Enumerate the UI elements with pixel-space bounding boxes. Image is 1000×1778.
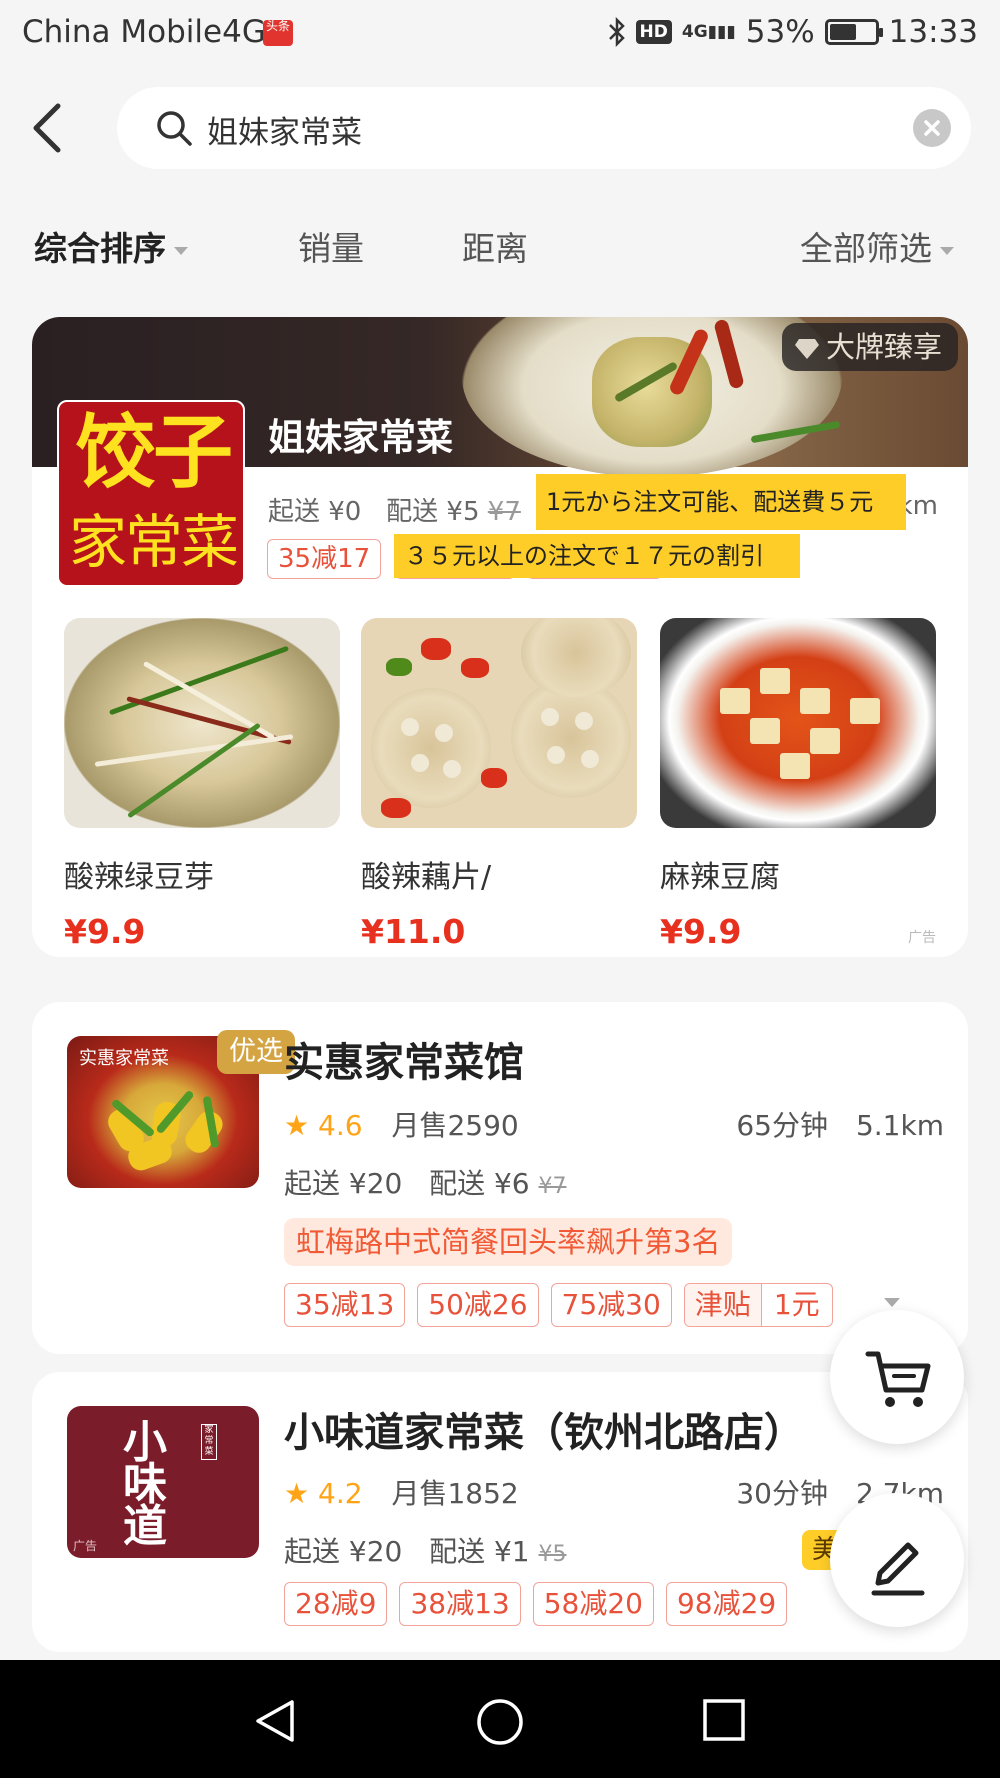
- system-nav-bar: [0, 1660, 1000, 1778]
- dish-name: 酸辣绿豆芽: [64, 860, 214, 895]
- cart-icon: [865, 1351, 931, 1407]
- dish-price: ¥9.9: [660, 912, 742, 951]
- monthly-sales: 月售2590: [391, 1109, 519, 1142]
- dish-image: [361, 618, 637, 828]
- tab-sales[interactable]: 销量: [298, 222, 364, 270]
- tab-all-filters[interactable]: 全部筛选: [800, 222, 954, 270]
- dish-image: [64, 618, 340, 828]
- dish-item[interactable]: 麻辣豆腐 ¥9.9: [660, 618, 936, 951]
- app-notification-icon: 头条: [263, 20, 293, 46]
- tab-distance[interactable]: 距离: [462, 222, 528, 270]
- clock: 13:33: [888, 14, 978, 50]
- dish-item[interactable]: 酸辣绿豆芽 ¥9.9: [64, 618, 340, 951]
- promo-badge: 58减20: [532, 1582, 654, 1626]
- nav-home-icon[interactable]: [476, 1698, 524, 1746]
- chevron-left-icon: [33, 103, 61, 153]
- delivery-info: 起送 ¥20 配送 ¥1 ¥5: [284, 1535, 567, 1568]
- promo-badge: 75减30: [550, 1283, 672, 1327]
- store-name: 姐妹家常菜: [268, 416, 453, 459]
- chevron-down-icon: [174, 246, 188, 255]
- featured-store-card[interactable]: 大牌臻享 饺子 家常菜 姐妹家常菜 起送 ¥0 配送 ¥5 ¥7 km 35减1…: [32, 317, 968, 957]
- store-distance: 5.1km: [855, 1109, 944, 1142]
- hd-icon: HD: [635, 20, 672, 44]
- star-icon: ★: [284, 1477, 310, 1510]
- store-thumbnail: 小味道 家常菜 广告: [67, 1406, 259, 1558]
- chevron-down-icon: [940, 246, 954, 255]
- ranking-badge: 虹梅路中式简餐回头率飙升第3名: [284, 1218, 733, 1266]
- promo-badge: 28减9: [284, 1582, 388, 1626]
- translation-overlay: ３５元以上の注文で１７元の割引: [394, 534, 800, 578]
- translation-overlay: 1元から注文可能、配送費５元: [536, 474, 906, 530]
- status-bar: China Mobile4G 头条 HD 4G▮▮▮ 53% 13:33: [0, 0, 1000, 70]
- store-name: 实惠家常菜馆: [284, 1040, 524, 1086]
- star-icon: ★: [284, 1109, 310, 1142]
- monthly-sales: 月售1852: [391, 1477, 519, 1510]
- carrier-label: China Mobile4G: [22, 14, 266, 50]
- dish-price: ¥9.9: [64, 912, 146, 951]
- tab-composite-sort[interactable]: 综合排序: [34, 222, 188, 270]
- bluetooth-icon: [608, 17, 625, 47]
- close-icon: [924, 120, 940, 136]
- search-icon: [157, 111, 192, 146]
- search-input[interactable]: 姐妹家常菜: [207, 107, 362, 152]
- nav-back-icon[interactable]: [252, 1698, 298, 1744]
- edit-button[interactable]: [830, 1493, 964, 1627]
- delivery-info: 起送 ¥20 配送 ¥6 ¥7: [284, 1167, 567, 1200]
- pencil-icon: [871, 1542, 925, 1596]
- promo-badge: 35减17: [267, 539, 382, 579]
- dish-image: [660, 618, 936, 828]
- nav-recents-icon[interactable]: [702, 1698, 746, 1742]
- diamond-icon: [794, 339, 819, 359]
- store-stats: ★ 4.6 月售2590 65分钟 5.1km: [284, 1104, 944, 1144]
- dish-name: 酸辣藕片/: [361, 860, 492, 895]
- expand-promos-button[interactable]: [884, 1298, 900, 1307]
- promo-list: 35减13 50减26 75减30 津贴 1元: [284, 1283, 833, 1327]
- cart-button[interactable]: [830, 1310, 964, 1444]
- delivery-time: 65分钟: [736, 1109, 828, 1142]
- dish-price: ¥11.0: [361, 912, 466, 951]
- store-logo: 饺子 家常菜: [57, 400, 245, 587]
- signal-icon: 4G▮▮▮: [681, 22, 736, 42]
- delivery-info: 起送 ¥0 配送 ¥5 ¥7: [268, 497, 521, 527]
- search-bar[interactable]: 姐妹家常菜: [117, 87, 971, 169]
- dish-name: 麻辣豆腐: [660, 860, 780, 895]
- promo-list: 28减9 38减13 58减20 98减29: [284, 1582, 788, 1626]
- ad-label: 广告: [908, 930, 936, 946]
- battery-percent: 53%: [745, 14, 815, 50]
- promo-badge: 50减26: [417, 1283, 539, 1327]
- subsidy-badge: 津贴 1元: [683, 1283, 833, 1327]
- clear-search-button[interactable]: [913, 109, 951, 147]
- store-name: 小味道家常菜（钦州北路店）: [284, 1410, 804, 1456]
- delivery-time: 30分钟: [736, 1477, 828, 1510]
- status-indicators: HD 4G▮▮▮ 53% 13:33: [608, 14, 978, 50]
- promo-badge: 35减13: [284, 1283, 406, 1327]
- store-rating: 4.2: [318, 1477, 363, 1510]
- promo-badge: 38减13: [399, 1582, 521, 1626]
- dish-item[interactable]: 酸辣藕片/ ¥11.0: [361, 618, 637, 951]
- back-button[interactable]: [28, 100, 68, 156]
- store-rating: 4.6: [318, 1109, 363, 1142]
- store-card[interactable]: 实惠家常菜 优选 实惠家常菜馆 ★ 4.6 月售2590 65分钟 5.1km 起…: [32, 1002, 968, 1354]
- sort-tabs: 综合排序 销量 距离 全部筛选: [0, 222, 1000, 272]
- brand-tag: 大牌臻享: [781, 323, 958, 371]
- promo-badge: 98减29: [665, 1582, 788, 1626]
- store-card[interactable]: 小味道 家常菜 广告 小味道家常菜（钦州北路店） ★ 4.2 月售1852 30…: [32, 1372, 968, 1652]
- battery-icon: [824, 19, 883, 45]
